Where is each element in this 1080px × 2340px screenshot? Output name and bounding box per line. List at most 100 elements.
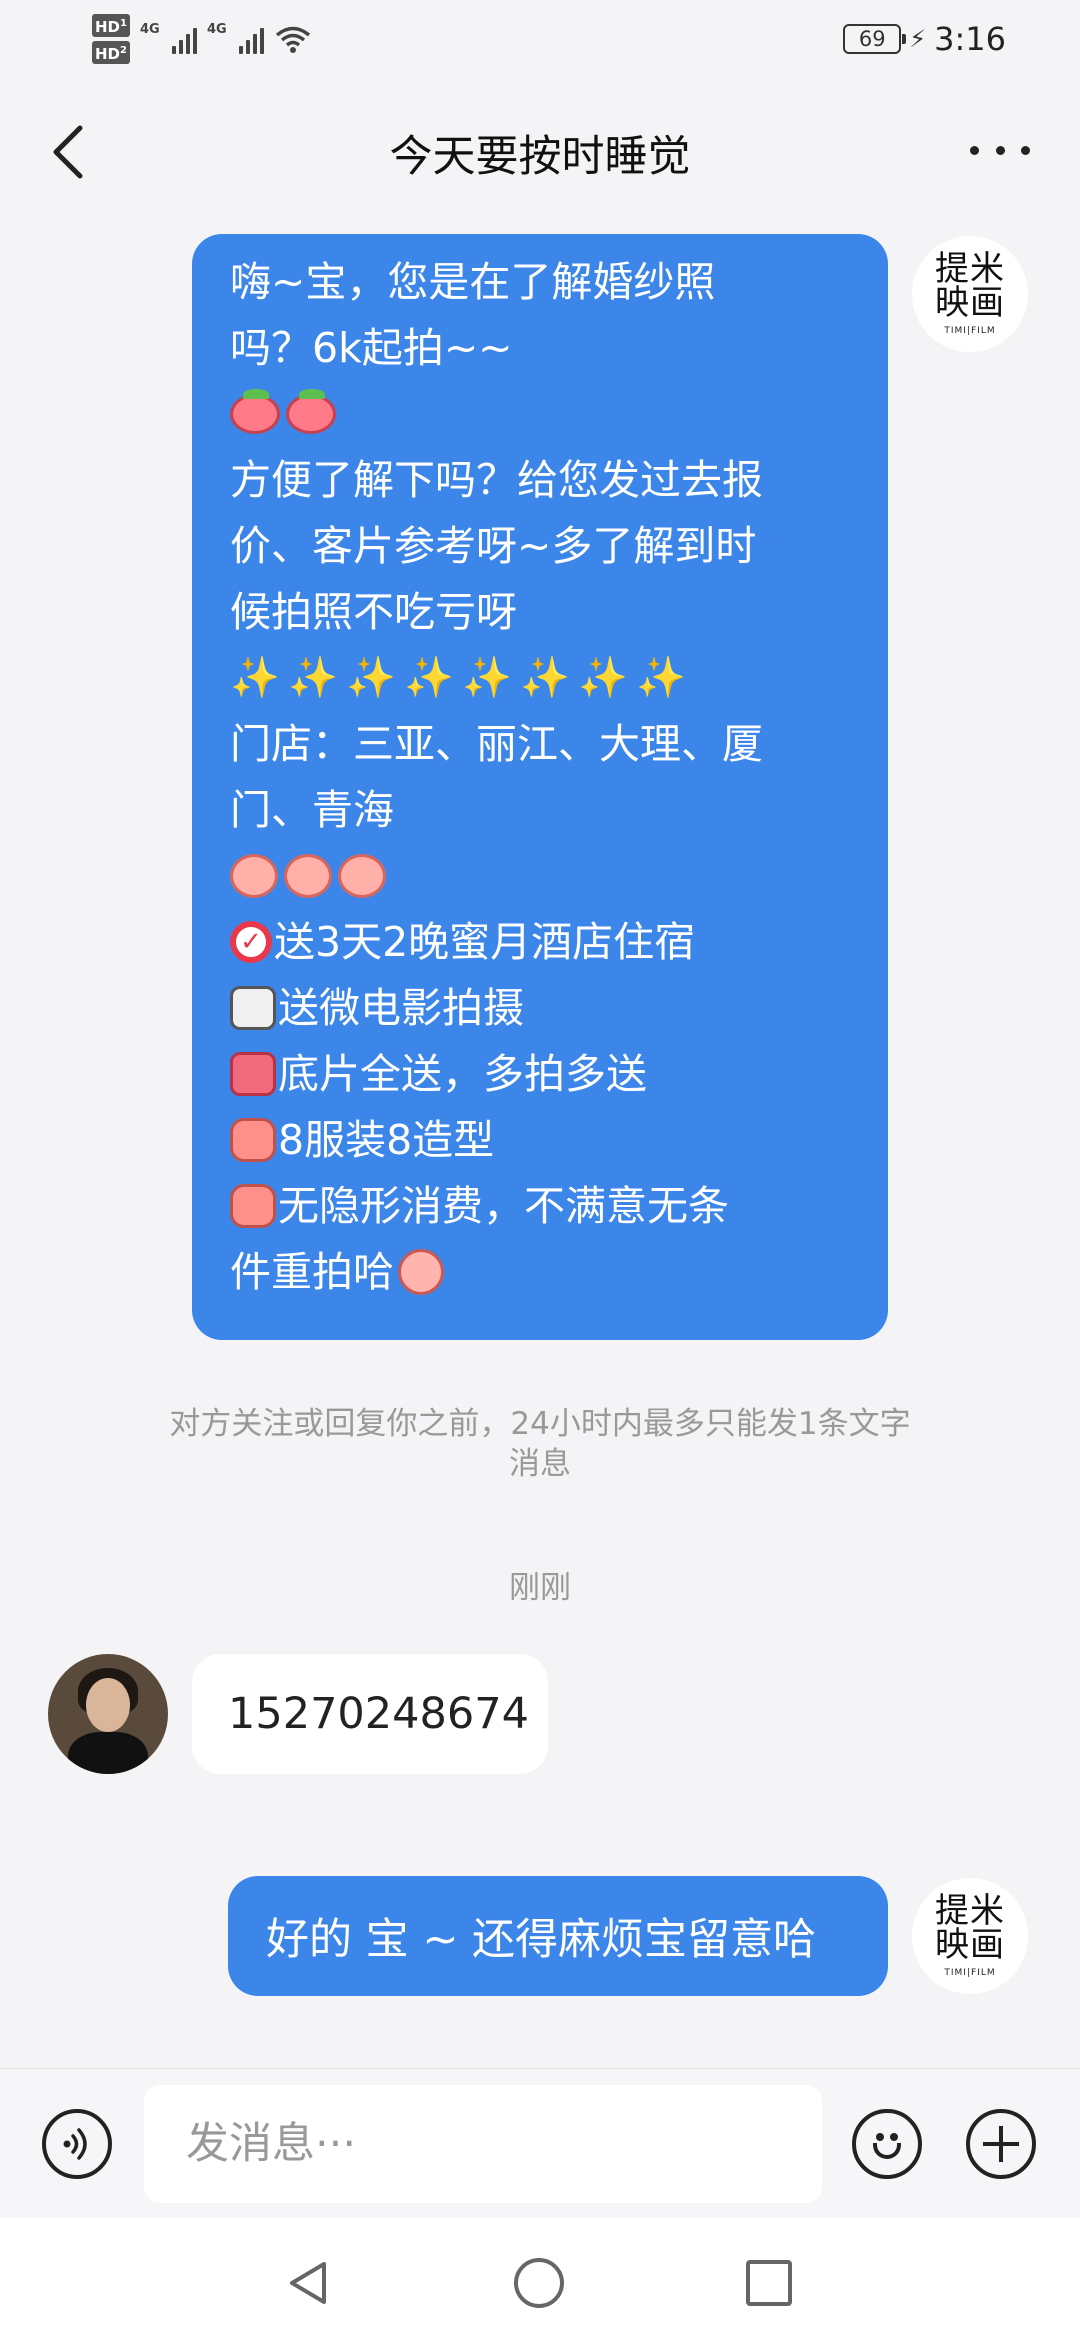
brand-avatar[interactable]: 提米映画 TIMI|FILM: [912, 1878, 1028, 1994]
battery-icon: 69: [843, 24, 907, 54]
status-bar: HD1 HD2 4G 4G 69 ⚡ 3:16: [0, 0, 1080, 90]
signal-bar: [259, 28, 264, 54]
contact-avatar[interactable]: [48, 1654, 168, 1774]
system-recents-icon[interactable]: [746, 2260, 792, 2306]
message-line: 候拍照不吃亏呀: [230, 588, 517, 636]
sparkle-emoji-icon: ✨: [578, 655, 628, 701]
message-line: 吗？6k起拍~~: [230, 324, 513, 372]
message-line: 价、客片参考呀~多了解到时: [230, 522, 757, 570]
voice-icon[interactable]: [42, 2109, 112, 2179]
signal-2-icon: 4G: [206, 22, 264, 54]
message-line: 门、青海: [230, 786, 394, 834]
battery-level: 69: [858, 27, 886, 51]
system-home-icon[interactable]: [514, 2258, 564, 2308]
sparkle-emoji-icon: ✨: [636, 655, 686, 701]
notice-line-1: 对方关注或回复你之前，24小时内最多只能发1条文字: [169, 1406, 911, 1442]
brand-logo-sub: TIMI|FILM: [944, 326, 996, 336]
message-content: 嗨~宝，您是在了解婚纱照 吗？6k起拍~~ 方便了解下吗？给您发过去报 价、客片…: [230, 258, 852, 1296]
hd-indicators: HD1 HD2: [92, 14, 130, 64]
message-line: 方便了解下吗？给您发过去报: [230, 456, 763, 504]
status-right: 69 ⚡ 3:16: [843, 20, 1006, 58]
outgoing-reply-message[interactable]: 好的 宝 ~ 还得麻烦宝留意哈: [228, 1876, 888, 1996]
peach-emoji-icon: [284, 854, 332, 898]
thumbs-up-icon: [230, 1184, 276, 1228]
notice-line-2: 消息: [509, 1446, 571, 1482]
perk-outfits-text: 8服装8造型: [278, 1116, 495, 1164]
perk-hotel-text: 送3天2晚蜜月酒店住宿: [274, 918, 696, 966]
reply-text: 好的 宝 ~ 还得麻烦宝留意哈: [266, 1915, 817, 1965]
charging-icon: ⚡: [909, 25, 927, 53]
emoji-eye: [890, 2133, 898, 2141]
signal-bar: [192, 28, 197, 54]
perk-guarantee-text-2: 件重拍哈: [230, 1248, 394, 1296]
network-2-label: 4G: [206, 22, 227, 37]
peach-stickers: [230, 854, 852, 898]
incoming-message-text: 15270248674: [228, 1689, 529, 1739]
piggy-stickers: [230, 389, 852, 436]
peach-emoji-icon: [338, 854, 386, 898]
sparkle-emoji-icon: ✨: [346, 655, 396, 701]
chat-header: 今天要按时睡觉: [0, 100, 1080, 200]
sparkle-stickers: ✨ ✨ ✨ ✨ ✨ ✨ ✨ ✨: [230, 656, 852, 700]
perk-hotel: ✓ 送3天2晚蜜月酒店住宿: [230, 920, 852, 964]
signal-bar: [185, 34, 190, 54]
perk-guarantee-cont: 件重拍哈: [230, 1248, 852, 1296]
laughing-face-icon: [398, 1249, 444, 1295]
incoming-message[interactable]: 15270248674: [192, 1654, 548, 1774]
perk-film: 送微电影拍摄: [230, 986, 852, 1030]
avatar-body: [68, 1732, 148, 1774]
perk-guarantee-text: 无隐形消费，不满意无条: [278, 1182, 729, 1230]
chat-title: 今天要按时睡觉: [389, 132, 691, 182]
hd1-label: HD: [95, 18, 121, 36]
piggy-emoji-icon: [230, 389, 280, 434]
more-dot: [995, 145, 1005, 155]
plus-icon[interactable]: [966, 2109, 1036, 2179]
emoji-eye: [876, 2133, 884, 2141]
sparkle-emoji-icon: ✨: [288, 655, 338, 701]
brand-logo-text: 提米映画: [935, 249, 1005, 323]
clock: 3:16: [934, 20, 1006, 58]
perk-guarantee: 无隐形消费，不满意无条: [230, 1184, 852, 1228]
hd2-badge: HD2: [92, 41, 130, 64]
signal-bar: [178, 40, 183, 54]
hd1-badge: HD1: [92, 14, 130, 37]
thumbs-up-icon: [230, 1118, 276, 1162]
message-input-bar: [0, 2068, 1080, 2218]
signal-bar: [245, 40, 250, 54]
messaging-limit-notice: 对方关注或回复你之前，24小时内最多只能发1条文字 消息: [90, 1404, 990, 1484]
hd2-label: HD: [95, 45, 121, 63]
more-icon[interactable]: [970, 128, 1030, 172]
piggy-emoji-icon: [286, 389, 336, 434]
clapperboard-icon: [230, 986, 276, 1030]
status-left: HD1 HD2 4G 4G: [92, 14, 312, 64]
message-input[interactable]: [144, 2085, 822, 2203]
perk-photos-text: 底片全送，多拍多送: [278, 1050, 647, 1098]
system-back-icon[interactable]: [284, 2258, 334, 2308]
system-nav-bar: [0, 2218, 1080, 2340]
peach-emoji-icon: [230, 854, 278, 898]
message-line: 嗨~宝，您是在了解婚纱照: [230, 258, 716, 306]
outgoing-promo-message[interactable]: 嗨~宝，您是在了解婚纱照 吗？6k起拍~~ 方便了解下吗？给您发过去报 价、客片…: [192, 234, 888, 1340]
brand-avatar[interactable]: 提米映画 TIMI|FILM: [912, 236, 1028, 352]
sparkle-emoji-icon: ✨: [230, 655, 280, 701]
sparkle-emoji-icon: ✨: [462, 655, 512, 701]
hd2-sub: 2: [120, 45, 127, 56]
message-line: 门店：三亚、丽江、大理、厦: [230, 720, 763, 768]
more-dot: [1021, 145, 1030, 155]
check-pin-icon: ✓: [230, 921, 272, 963]
signal-bar: [252, 34, 257, 54]
emoji-icon[interactable]: [852, 2109, 922, 2179]
voice-waves: [63, 2128, 87, 2160]
brand-logo-sub: TIMI|FILM: [944, 1968, 996, 1978]
hd1-sub: 1: [120, 18, 127, 29]
signal-1-icon: 4G: [139, 22, 197, 54]
sparkle-emoji-icon: ✨: [520, 655, 570, 701]
emoji-mouth: [873, 2143, 901, 2159]
sparkle-emoji-icon: ✨: [404, 655, 454, 701]
network-1-label: 4G: [139, 22, 160, 37]
wifi-icon: [275, 26, 311, 53]
perk-photos: 底片全送，多拍多送: [230, 1052, 852, 1096]
signal-bar: [171, 46, 176, 54]
more-dot: [970, 145, 979, 155]
message-timestamp: 刚刚: [509, 1570, 571, 1606]
